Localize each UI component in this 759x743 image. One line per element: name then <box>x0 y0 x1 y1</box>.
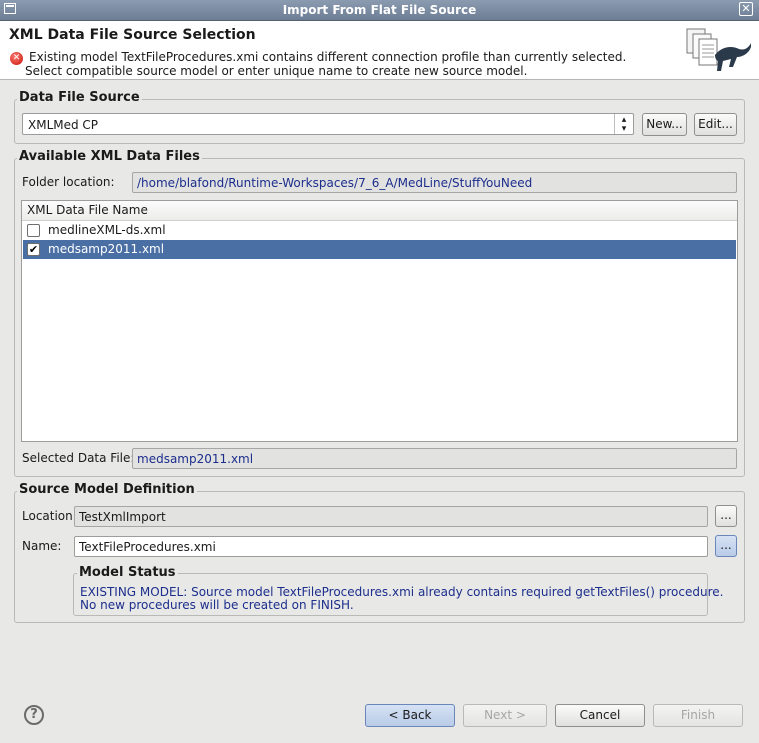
xml-files-table[interactable]: XML Data File Name medlineXML-ds.xml ✔ m… <box>21 200 738 442</box>
wizard-banner-image <box>686 28 751 71</box>
source-model-label: Source Model Definition <box>17 482 197 497</box>
connection-profile-select[interactable]: XMLMed CP ▴ ▾ <box>22 113 634 135</box>
folder-location-field: /home/blafond/Runtime-Workspaces/7_6_A/M… <box>132 172 737 193</box>
model-status-label: Model Status <box>77 565 178 580</box>
available-files-label: Available XML Data Files <box>17 149 202 164</box>
row-checkbox[interactable]: ✔ <box>27 243 40 256</box>
back-button[interactable]: < Back <box>365 704 455 727</box>
location-label: Location <box>22 509 73 523</box>
name-label: Name: <box>22 539 62 553</box>
window-title: Import From Flat File Source <box>282 3 477 17</box>
selected-data-file-field: medsamp2011.xml <box>132 448 737 469</box>
browse-location-button[interactable]: ... <box>715 505 737 527</box>
edit-profile-button[interactable]: Edit... <box>694 113 737 136</box>
combo-arrows-icon[interactable]: ▴ ▾ <box>614 114 633 134</box>
folder-location-label: Folder location: <box>22 175 115 189</box>
row-file-name: medsamp2011.xml <box>48 242 165 256</box>
window-title-bar: Import From Flat File Source ✕ <box>0 0 759 21</box>
next-button[interactable]: Next > <box>463 704 547 727</box>
error-message-line1: Existing model TextFileProcedures.xmi co… <box>29 50 627 64</box>
finish-button[interactable]: Finish <box>653 704 743 727</box>
error-icon: ✕ <box>10 52 23 65</box>
column-header-file-name[interactable]: XML Data File Name <box>22 201 737 221</box>
model-status-line2: No new procedures will be created on FIN… <box>80 598 354 612</box>
help-icon[interactable]: ? <box>24 705 44 725</box>
cancel-button[interactable]: Cancel <box>555 704 645 727</box>
page-title: XML Data File Source Selection <box>9 27 256 43</box>
browse-model-button[interactable]: ... <box>715 535 737 557</box>
wizard-banner: XML Data File Source Selection ✕ Existin… <box>0 21 759 80</box>
selected-data-file-label: Selected Data File: <box>22 451 135 465</box>
row-checkbox[interactable] <box>27 224 40 237</box>
table-row[interactable]: medlineXML-ds.xml <box>23 221 736 240</box>
row-file-name: medlineXML-ds.xml <box>48 223 166 237</box>
connection-profile-value: XMLMed CP <box>28 118 99 132</box>
model-name-input[interactable]: TextFileProcedures.xmi <box>74 536 708 557</box>
new-profile-button[interactable]: New... <box>642 113 687 136</box>
error-message-line2: Select compatible source model or enter … <box>25 64 528 78</box>
close-icon[interactable]: ✕ <box>739 2 753 16</box>
data-file-source-label: Data File Source <box>17 90 142 105</box>
table-row[interactable]: ✔ medsamp2011.xml <box>23 240 736 259</box>
location-field: TestXmlImport <box>74 506 708 527</box>
